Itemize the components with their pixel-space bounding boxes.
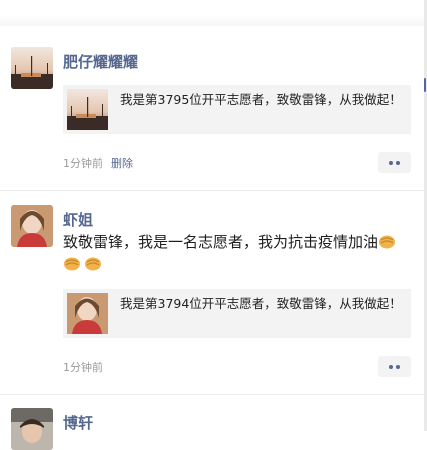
woman-portrait-thumbnail-icon xyxy=(67,293,108,334)
more-actions-button[interactable] xyxy=(378,152,411,173)
more-dot-icon xyxy=(396,161,400,165)
author-name[interactable]: 虾姐 xyxy=(63,209,93,230)
post-divider xyxy=(0,190,424,191)
post-text: 致敬雷锋，我是一名志愿者，我为抗击疫情加油 xyxy=(63,231,403,275)
post-meta: 1分钟前 xyxy=(63,359,103,375)
post-meta: 1分钟前 删除 xyxy=(63,155,133,171)
scrollbar-thumb[interactable] xyxy=(424,78,426,92)
author-name[interactable]: 肥仔耀耀耀 xyxy=(63,51,138,72)
more-actions-button[interactable] xyxy=(378,356,411,377)
delete-link[interactable]: 删除 xyxy=(111,157,133,170)
avatar[interactable] xyxy=(11,205,53,247)
fist-emoji-icon xyxy=(64,257,80,271)
post-divider xyxy=(0,394,424,395)
fist-emoji-icon xyxy=(379,235,396,249)
share-title: 我是第3794位开平志愿者，致敬雷锋，从我做起！ xyxy=(120,296,402,311)
post-time: 1分钟前 xyxy=(63,361,103,374)
more-dot-icon xyxy=(396,365,400,369)
fist-emoji-icon xyxy=(85,257,101,271)
sunset-landscape-avatar-icon xyxy=(11,47,53,89)
sunset-landscape-thumbnail-icon xyxy=(67,89,108,130)
share-thumbnail xyxy=(67,293,108,334)
woman-portrait-avatar-icon xyxy=(11,205,53,247)
post-time: 1分钟前 xyxy=(63,157,103,170)
shared-link-card[interactable]: 我是第3795位开平志愿者，致敬雷锋，从我做起！ xyxy=(63,85,411,134)
share-thumbnail xyxy=(67,89,108,130)
shared-link-card[interactable]: 我是第3794位开平志愿者，致敬雷锋，从我做起！ xyxy=(63,289,411,338)
avatar[interactable] xyxy=(11,47,53,89)
avatar[interactable] xyxy=(11,408,53,450)
author-name[interactable]: 博轩 xyxy=(63,412,93,433)
top-strip xyxy=(0,0,427,26)
more-dot-icon xyxy=(389,365,393,369)
person-avatar-icon xyxy=(11,408,53,450)
share-title: 我是第3795位开平志愿者，致敬雷锋，从我做起！ xyxy=(120,92,402,107)
post-text-content: 致敬雷锋，我是一名志愿者，我为抗击疫情加油 xyxy=(63,233,379,251)
more-dot-icon xyxy=(389,161,393,165)
